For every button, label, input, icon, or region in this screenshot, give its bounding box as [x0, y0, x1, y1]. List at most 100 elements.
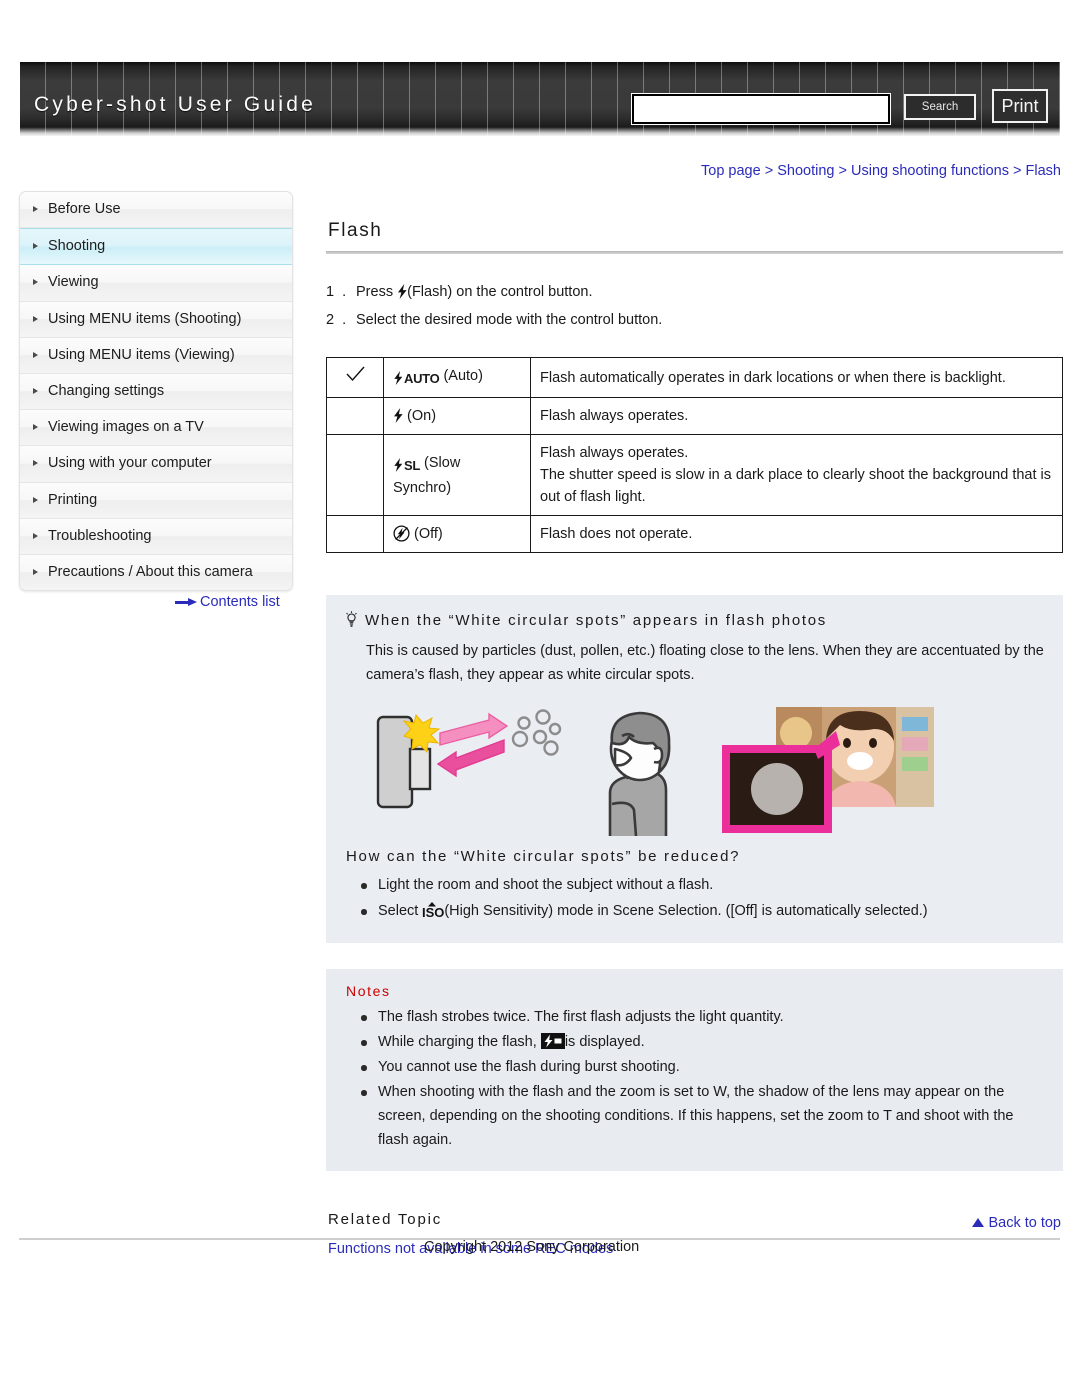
table-row: SL (Slow Synchro) Flash always operates.…	[326, 434, 1063, 516]
mode-cell-slow-synchro: SL (Slow Synchro)	[383, 434, 531, 516]
step-1: 1 . Press (Flash) on the control button.	[326, 280, 1063, 305]
list-item: While charging the flash, is displayed.	[358, 1030, 1045, 1054]
sidebar-item-label: Troubleshooting	[48, 527, 152, 544]
bullet-text-before: Select	[378, 903, 419, 919]
chevron-right-icon	[33, 568, 38, 575]
print-button[interactable]: Print	[992, 89, 1048, 123]
sidebar-item-using-with-your-computer[interactable]: Using with your computer	[20, 446, 292, 483]
list-item: Light the room and shoot the subject wit…	[358, 873, 1045, 898]
sidebar-item-label: Using MENU items (Viewing)	[48, 346, 235, 363]
mode-label: (On)	[407, 408, 437, 424]
white-circular-spots-illustration	[344, 701, 1045, 837]
breadcrumb-separator: >	[764, 163, 774, 179]
description-line: Flash always operates.	[540, 445, 689, 461]
table-row: (On) Flash always operates.	[326, 397, 1063, 435]
back-to-top-link[interactable]: Back to top	[972, 1215, 1061, 1231]
chevron-right-icon	[33, 424, 38, 431]
flash-modes-table: AUTO (Auto) Flash automatically operates…	[326, 357, 1063, 553]
sidebar-item-using-menu-items-viewing[interactable]: Using MENU items (Viewing)	[20, 337, 292, 374]
step-number: 2 .	[326, 312, 349, 328]
sidebar-item-before-use[interactable]: Before Use	[20, 192, 292, 229]
illustration-svg	[376, 707, 934, 837]
sidebar-item-printing[interactable]: Printing	[20, 482, 292, 519]
sidebar-item-label: Changing settings	[48, 382, 165, 399]
sidebar-item-label: Using MENU items (Shooting)	[48, 310, 242, 327]
back-to-top-label: Back to top	[988, 1215, 1061, 1231]
bullet-text-after: (High Sensitivity) mode in Scene Selecti…	[444, 903, 928, 919]
sidebar-item-label: Shooting	[48, 238, 106, 255]
main-content: Flash 1 . Press (Flash) on the control bu…	[326, 220, 1063, 1258]
mode-description-slow-synchro: Flash always operates. The shutter speed…	[530, 434, 1063, 516]
sidebar-item-precautions-about-this-camera[interactable]: Precautions / About this camera	[20, 554, 292, 591]
step-number: 1 .	[326, 284, 349, 300]
search-input[interactable]	[634, 96, 888, 122]
sidebar-item-label: Viewing	[48, 274, 99, 291]
mode-label: (Off)	[414, 526, 443, 542]
mode-description-on: Flash always operates.	[530, 397, 1063, 435]
default-check-cell	[326, 357, 384, 398]
mode-label: (Auto)	[443, 368, 483, 384]
sidebar-item-label: Viewing images on a TV	[48, 419, 204, 436]
sidebar-item-label: Printing	[48, 491, 98, 508]
contents-list-link[interactable]: Contents list	[175, 594, 280, 610]
tip-box: When the “White circular spots” appears …	[326, 595, 1063, 943]
default-check-cell	[326, 515, 384, 553]
table-row: (Off) Flash does not operate.	[326, 515, 1063, 553]
chevron-right-icon	[33, 496, 38, 503]
description-line: Flash does not operate.	[540, 526, 693, 542]
svg-text:ISO: ISO	[422, 905, 444, 918]
description-line: Flash automatically operates in dark loc…	[540, 369, 1006, 386]
chevron-right-icon	[33, 351, 38, 358]
sidebar-item-viewing[interactable]: Viewing	[20, 265, 292, 302]
breadcrumb-separator: >	[1013, 163, 1022, 179]
list-item: Select ISO (High Sensitivity) mode in Sc…	[358, 899, 1045, 924]
procedure-steps: 1 . Press (Flash) on the control button. …	[326, 280, 1063, 333]
tip-body-text: This is caused by particles (dust, polle…	[366, 643, 1044, 683]
flash-charging-icon	[540, 1033, 565, 1049]
default-check-cell	[326, 397, 384, 435]
sidebar-item-label: Precautions / About this camera	[48, 563, 253, 580]
note-text-after: is displayed.	[564, 1034, 645, 1050]
step-2: 2 . Select the desired mode with the cont…	[326, 308, 1063, 333]
tip-bullet-list: Light the room and shoot the subject wit…	[344, 873, 1045, 924]
related-topic-heading: Related Topic	[328, 1211, 443, 1228]
note-text: The flash strobes twice. The first flash…	[378, 1009, 784, 1025]
site-title: Cyber-shot User Guide	[34, 93, 316, 116]
sidebar-item-using-menu-items-shooting[interactable]: Using MENU items (Shooting)	[20, 301, 292, 338]
sidebar-item-shooting[interactable]: Shooting	[20, 228, 292, 266]
sidebar-item-viewing-images-on-a-tv[interactable]: Viewing images on a TV	[20, 410, 292, 447]
sidebar-item-troubleshooting[interactable]: Troubleshooting	[20, 518, 292, 555]
step-text-after: (Flash) on the control button.	[407, 284, 593, 300]
breadcrumb-item-top-page[interactable]: Top page	[701, 163, 761, 179]
note-text: When shooting with the flash and the zoo…	[378, 1084, 1014, 1148]
description-line: Flash always operates.	[540, 408, 689, 424]
sidebar-nav: Before Use Shooting Viewing Using MENU i…	[19, 191, 293, 592]
breadcrumb-item-shooting[interactable]: Shooting	[777, 163, 834, 179]
chevron-right-icon	[33, 206, 38, 213]
step-text-before: Select the desired mode with the control…	[356, 312, 663, 328]
notes-heading: Notes	[346, 983, 391, 999]
search-button[interactable]: Search	[904, 94, 976, 120]
sidebar-item-changing-settings[interactable]: Changing settings	[20, 373, 292, 411]
note-text-before: While charging the flash,	[378, 1034, 537, 1050]
chevron-right-icon	[33, 279, 38, 286]
breadcrumb-item-using-shooting-functions[interactable]: Using shooting functions	[851, 163, 1009, 179]
flash-on-icon	[393, 408, 403, 423]
mode-cell-on: (On)	[383, 397, 531, 435]
default-check-cell	[326, 434, 384, 516]
site-header: Cyber-shot User Guide Search Print	[20, 62, 1060, 136]
breadcrumb: Top page > Shooting > Using shooting fun…	[701, 163, 1061, 179]
chevron-right-icon	[33, 460, 38, 467]
flash-off-icon	[393, 525, 410, 542]
chevron-right-icon	[33, 243, 38, 250]
chevron-right-icon	[33, 315, 38, 322]
mode-cell-auto: AUTO (Auto)	[383, 357, 531, 398]
notes-box: Notes The flash strobes twice. The first…	[326, 969, 1063, 1171]
flash-bolt-icon	[397, 284, 407, 299]
step-text-before: Press	[356, 284, 394, 300]
flash-auto-icon: AUTO	[393, 368, 440, 390]
breadcrumb-separator: >	[838, 163, 847, 179]
sidebar-item-label: Before Use	[48, 201, 121, 217]
flash-auto-label: AUTO	[404, 371, 440, 386]
search-input-wrapper[interactable]	[632, 94, 890, 124]
